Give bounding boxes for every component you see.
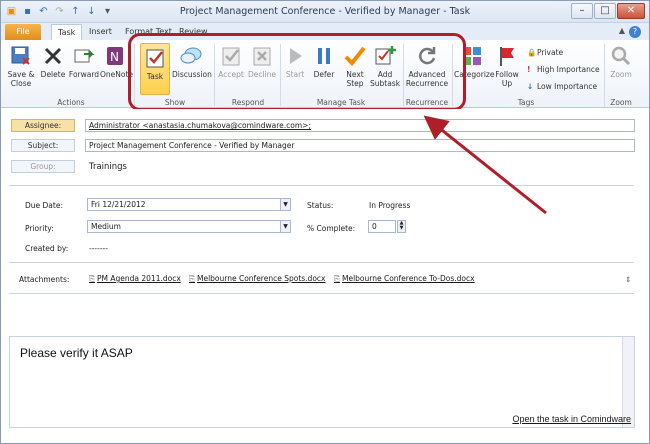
percent-complete-input[interactable]: 0 <box>368 220 396 233</box>
tab-file[interactable]: File <box>5 24 41 40</box>
exclamation-icon: ! <box>527 65 531 74</box>
subject-label: Subject: <box>11 139 75 152</box>
svg-text:N: N <box>110 50 119 64</box>
divider <box>604 44 605 106</box>
subject-input[interactable]: Project Management Conference - Verified… <box>85 139 635 152</box>
created-by-label: Created by: <box>25 244 69 253</box>
priority-select[interactable]: Medium ▼ <box>87 220 291 233</box>
maximize-button[interactable]: □ <box>594 3 616 19</box>
divider <box>9 262 634 263</box>
magnifier-icon <box>611 46 631 66</box>
open-in-comindware-link[interactable]: Open the task in Comindware <box>512 414 631 424</box>
created-by-value: ------- <box>89 244 108 253</box>
chevron-down-icon[interactable]: ▼ <box>280 221 290 232</box>
private-button[interactable]: 🔒Private <box>527 48 563 58</box>
lock-icon: 🔒 <box>527 48 537 57</box>
flag-icon <box>500 47 514 66</box>
delete-button[interactable]: Delete <box>39 44 67 79</box>
divider <box>9 293 634 294</box>
close-button[interactable]: ✕ <box>617 3 645 19</box>
zoom-group-label: Zoom <box>610 98 632 107</box>
window-controls: – □ ✕ <box>571 3 645 19</box>
title-bar: ▣ ▪ ↶ ↷ ↑ ↓ ▾ Project Management Confere… <box>1 1 649 23</box>
assignee-button[interactable]: Assignee: <box>11 119 75 132</box>
help-icon[interactable]: ? <box>629 26 641 38</box>
priority-label: Priority: <box>25 224 54 233</box>
highlight-box <box>128 33 466 111</box>
attachment-item[interactable]: ⎘ Melbourne Conference Spots.docx <box>189 274 325 284</box>
tab-task[interactable]: Task <box>51 24 83 40</box>
follow-up-button[interactable]: Follow Up <box>492 44 522 88</box>
attachments-label: Attachments: <box>19 275 70 284</box>
group-label: Group: <box>11 160 75 173</box>
minimize-button[interactable]: – <box>571 3 593 19</box>
save-close-icon <box>11 46 30 65</box>
high-importance-button[interactable]: ! High Importance <box>527 65 600 75</box>
chevron-down-icon[interactable]: ▼ <box>280 199 290 210</box>
task-form: Assignee: Administrator <anastasia.chuma… <box>1 109 649 443</box>
onenote-icon: N <box>107 47 123 65</box>
low-importance-button[interactable]: ↓ Low Importance <box>527 82 597 92</box>
attachments-scroll-icon[interactable]: ⇕ <box>625 275 631 284</box>
task-window: ▣ ▪ ↶ ↷ ↑ ↓ ▾ Project Management Confere… <box>0 0 650 444</box>
window-title: Project Management Conference - Verified… <box>179 6 471 17</box>
tags-group-label: Tags <box>517 98 535 107</box>
status-value: In Progress <box>369 201 411 210</box>
status-label: Status: <box>307 201 334 210</box>
delete-icon <box>44 47 62 65</box>
paperclip-icon: ⎘ <box>334 274 340 283</box>
due-date-label: Due Date: <box>25 201 63 210</box>
actions-group-label: Actions <box>57 98 85 107</box>
due-date-picker[interactable]: Fri 12/21/2012 ▼ <box>87 198 291 211</box>
percent-spinner[interactable]: ▲ ▼ <box>397 220 406 233</box>
percent-complete-label: % Complete: <box>307 224 356 233</box>
forward-icon <box>74 49 95 63</box>
forward-button[interactable]: Forward <box>68 44 100 79</box>
down-arrow-icon: ↓ <box>527 82 534 91</box>
onenote-button[interactable]: N OneNote <box>100 44 133 79</box>
paperclip-icon: ⎘ <box>189 274 195 283</box>
tab-insert[interactable]: Insert <box>83 24 118 40</box>
save-close-button[interactable]: Save & Close <box>5 44 37 88</box>
divider <box>9 185 634 186</box>
assignee-field[interactable]: Administrator <anastasia.chumakova@comin… <box>85 119 635 132</box>
attachment-item[interactable]: ⎘ Melbourne Conference To-Dos.docx <box>334 274 475 284</box>
paperclip-icon: ⎘ <box>89 274 95 283</box>
body-text: Please verify it ASAP <box>20 346 133 360</box>
ribbon-collapse-icon[interactable]: ▲ <box>619 26 625 35</box>
zoom-button[interactable]: Zoom <box>607 44 635 79</box>
group-value: Trainings <box>89 162 127 172</box>
attachment-item[interactable]: ⎘ PM Agenda 2011.docx <box>89 274 181 284</box>
